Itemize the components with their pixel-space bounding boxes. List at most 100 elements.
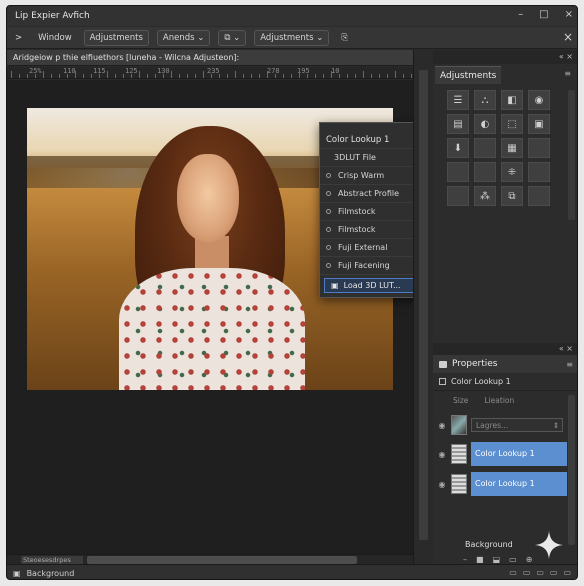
ruler-tick xyxy=(347,74,348,78)
folder-icon: ▣ xyxy=(331,281,339,290)
close-icon[interactable]: × xyxy=(565,9,573,20)
new-layer-icon[interactable]: ▭ xyxy=(509,555,517,564)
exposure-icon[interactable]: ◉ xyxy=(528,90,550,110)
properties-panel-controls[interactable]: « × xyxy=(433,343,577,355)
status-icon[interactable]: ▭ xyxy=(509,568,517,577)
color-lookup-icon[interactable]: ▦ xyxy=(501,138,523,158)
status-bar: ▣ Background ▭ ▭ ▭ ▭ ▭ xyxy=(7,564,577,579)
delete-mask-icon[interactable]: – xyxy=(463,555,467,564)
clip-icon[interactable]: ⬓ xyxy=(493,555,501,564)
status-icon[interactable]: ▭ xyxy=(536,568,544,577)
ruler-tick xyxy=(195,74,196,78)
document-tab[interactable]: Aridgeiow p thie elfiuethors [luneha - W… xyxy=(7,50,413,66)
black-white-icon[interactable]: ▣ xyxy=(528,114,550,134)
copy-dropdown[interactable]: ⧉ ⌄ xyxy=(218,29,247,46)
scrollbar-thumb[interactable] xyxy=(87,556,357,564)
posterize-icon[interactable]: ⁜ xyxy=(501,162,523,182)
status-icon[interactable]: ▭ xyxy=(563,568,571,577)
vibrance-icon[interactable]: ▤ xyxy=(447,114,469,134)
adjustments-dropdown[interactable]: Adjustments ⌄ xyxy=(254,29,330,46)
column-location: Lieation xyxy=(484,395,515,405)
ruler-tick xyxy=(275,74,276,78)
selective-color-icon[interactable]: ⧉ xyxy=(501,186,523,206)
radio-icon xyxy=(326,209,331,214)
ruler-tick xyxy=(131,74,132,78)
add-icon[interactable]: ⊕ xyxy=(526,555,533,564)
ruler-label: 278 xyxy=(267,67,280,75)
gradient-map-icon[interactable]: ⁂ xyxy=(474,186,496,206)
menu-window[interactable]: Window xyxy=(34,31,76,45)
layer-row-field[interactable]: ◉ Lagres... ⇕ xyxy=(433,412,567,438)
properties-tab-label: Properties xyxy=(452,359,498,369)
layer-columns: Size Lieation xyxy=(433,391,577,409)
ruler-tick xyxy=(331,71,332,78)
layers-scrollbar[interactable] xyxy=(568,395,575,545)
ruler-tick xyxy=(171,71,172,78)
lut-item-label: Fuji External xyxy=(338,243,388,252)
layer-name-field[interactable]: Lagres... ⇕ xyxy=(471,418,563,432)
adjustments-scrollbar[interactable] xyxy=(568,90,575,220)
canvas-vertical-scrollbar[interactable] xyxy=(413,50,433,564)
adjustment-slot-icon[interactable] xyxy=(447,162,469,182)
hue-saturation-icon[interactable]: ◐ xyxy=(474,114,496,134)
status-icon[interactable]: ▭ xyxy=(523,568,531,577)
lut-item-label: Crisp Warm xyxy=(338,171,385,180)
radio-icon xyxy=(326,173,331,178)
adjustment-slot-icon[interactable] xyxy=(528,186,550,206)
spinner-icon: ⇕ xyxy=(552,421,559,430)
chevron-right-icon[interactable]: > xyxy=(11,31,26,45)
stop-icon[interactable]: ■ xyxy=(476,555,484,564)
status-image-icon: ▣ xyxy=(13,568,21,578)
adjustment-slot-icon[interactable] xyxy=(447,186,469,206)
layer-thumbnail xyxy=(451,444,467,464)
photo-filter-icon[interactable]: ⬇ xyxy=(447,138,469,158)
ruler-tick xyxy=(83,74,84,78)
properties-sub-label: Color Lookup 1 xyxy=(451,377,511,386)
eye-icon[interactable]: ◉ xyxy=(433,450,451,459)
ruler-tick xyxy=(147,74,148,78)
layer-row[interactable]: ◉ Color Lookup 1 xyxy=(433,471,567,497)
curves-icon[interactable]: ◧ xyxy=(501,90,523,110)
maximize-icon[interactable]: □ xyxy=(539,9,548,20)
panel-menu-icon[interactable]: ≡ xyxy=(566,360,573,369)
ruler-label: 110 xyxy=(63,67,76,75)
layer-thumbnail xyxy=(451,415,467,435)
app-window: Lip Expier Avfich – □ × > Window Adjustm… xyxy=(6,5,578,580)
chevron-down-icon: ⌄ xyxy=(197,32,205,43)
ruler-tick xyxy=(315,74,316,78)
adjustment-slot-icon[interactable] xyxy=(528,138,550,158)
adjustment-slot-icon[interactable] xyxy=(474,162,496,182)
adjustments-button[interactable]: Adjustments xyxy=(83,29,149,46)
adjustments-panel-controls[interactable]: « × xyxy=(433,50,577,64)
ruler-tick xyxy=(267,71,268,78)
column-size: Size xyxy=(453,395,469,405)
minimize-icon[interactable]: – xyxy=(518,9,523,20)
ruler-tick xyxy=(91,74,92,78)
ruler-tick xyxy=(243,74,244,78)
eye-icon[interactable]: ◉ xyxy=(433,421,451,430)
sparkle-icon xyxy=(535,531,563,559)
adjustment-slot-icon[interactable] xyxy=(474,138,496,158)
status-icon[interactable]: ▭ xyxy=(550,568,558,577)
scrollbar-thumb[interactable] xyxy=(419,70,428,540)
window-title: Lip Expier Avfich xyxy=(15,11,90,21)
document-icon[interactable]: ⎘ xyxy=(337,31,352,45)
tab-properties[interactable]: Properties ≡ xyxy=(433,355,577,373)
lut-item-label: Filmstock xyxy=(338,225,376,234)
tab-adjustments[interactable]: Adjustments xyxy=(435,66,502,84)
levels-icon[interactable]: ⛬ xyxy=(474,90,496,110)
background-layer-label: Background xyxy=(465,540,513,549)
ruler-tick xyxy=(283,74,284,78)
ruler-tick xyxy=(123,74,124,78)
eye-icon[interactable]: ◉ xyxy=(433,480,451,489)
color-balance-icon[interactable]: ⬚ xyxy=(501,114,523,134)
adjustment-slot-icon[interactable] xyxy=(528,162,550,182)
brightness-icon[interactable]: ☰ xyxy=(447,90,469,110)
anends-dropdown[interactable]: Anends ⌄ xyxy=(156,29,211,46)
ruler-tick xyxy=(43,71,44,78)
layer-row[interactable]: ◉ Color Lookup 1 xyxy=(433,441,567,467)
canvas-horizontal-scrollbar[interactable]: Steoesesdrpes xyxy=(7,554,413,564)
ruler-tick xyxy=(355,74,356,78)
menu-close-icon[interactable]: × xyxy=(563,30,573,44)
panel-menu-icon[interactable]: ≡ xyxy=(564,69,571,78)
